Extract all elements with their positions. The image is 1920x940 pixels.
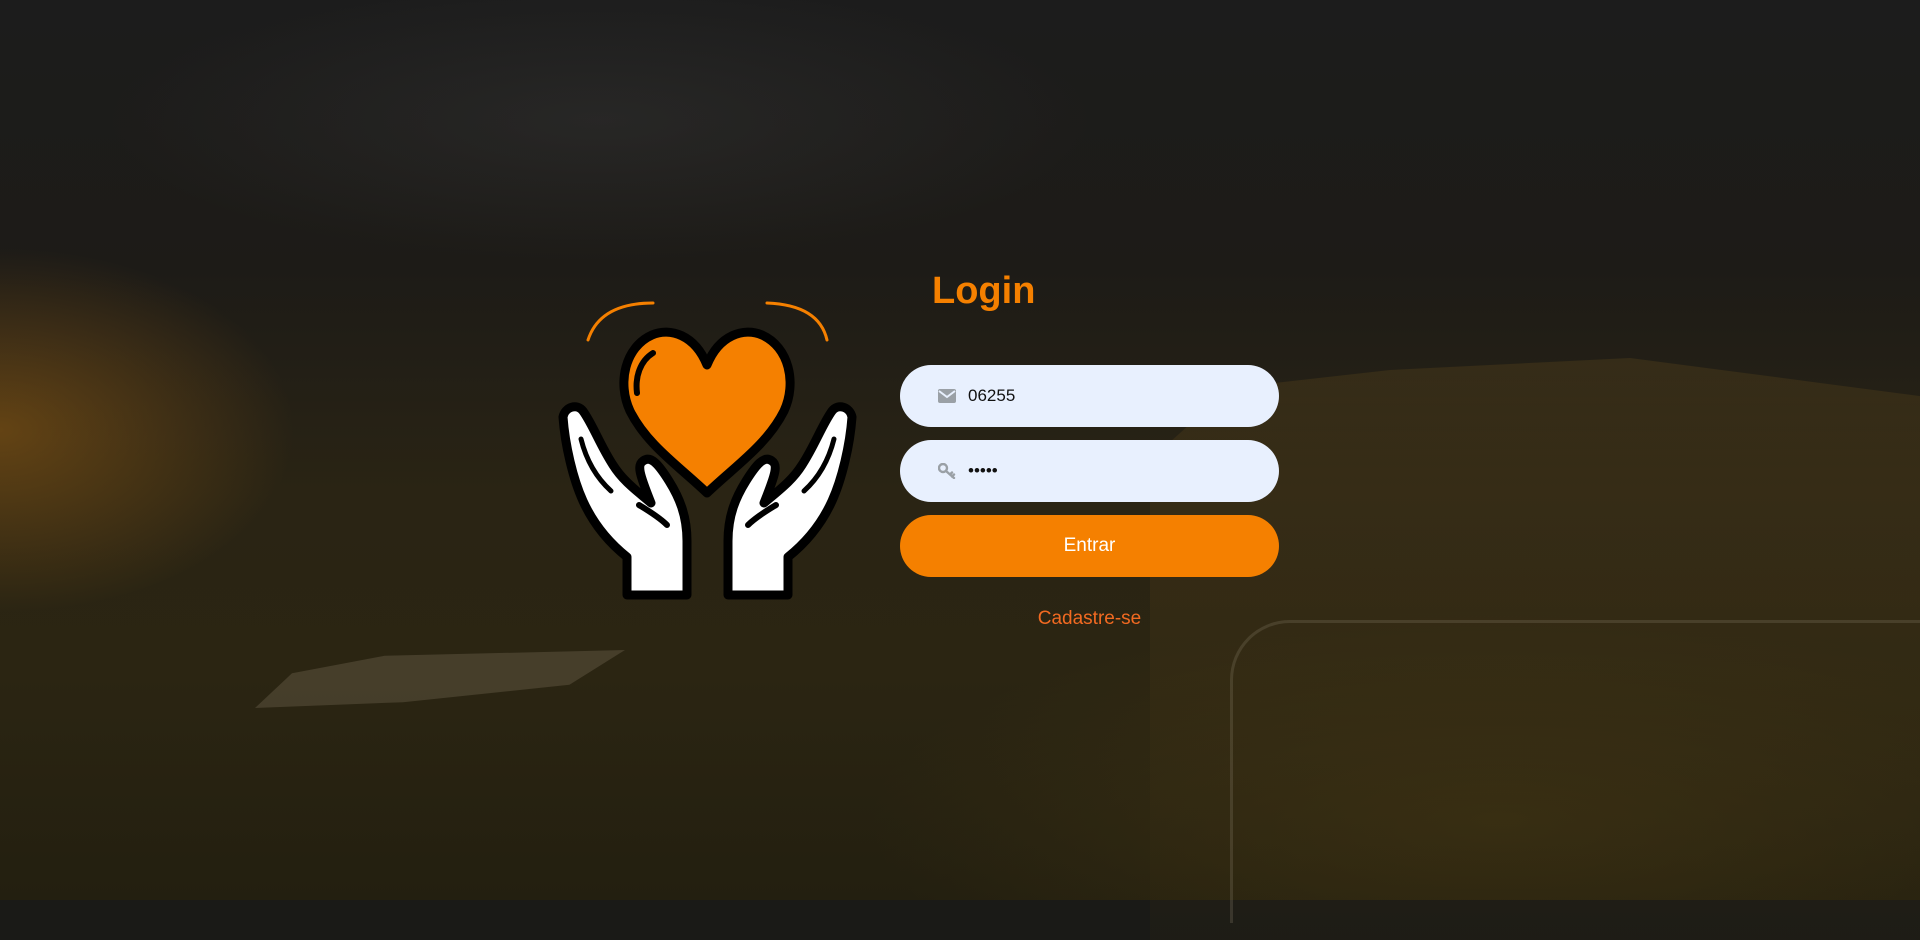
register-link[interactable]: Cadastre-se [900,608,1279,630]
login-button[interactable]: Entrar [900,515,1279,577]
key-icon [938,463,956,479]
envelope-icon [938,389,956,403]
user-field[interactable] [900,365,1279,427]
background-road [1230,620,1920,923]
user-input[interactable] [968,365,1258,427]
page-title: Login [932,270,1036,312]
password-field[interactable] [900,440,1279,502]
heart-in-hands-logo [558,301,857,600]
password-input[interactable] [968,440,1258,502]
